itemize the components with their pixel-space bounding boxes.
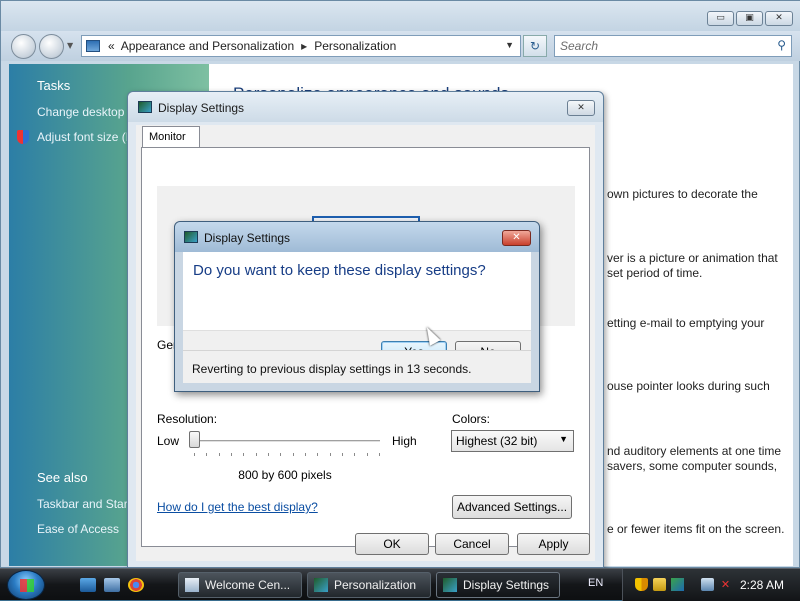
advanced-settings-button[interactable]: Advanced Settings...: [452, 495, 572, 519]
minimize-button[interactable]: ▭: [707, 11, 734, 26]
see-also-heading: See also: [37, 470, 88, 485]
best-display-help-link[interactable]: How do I get the best display?: [157, 500, 318, 514]
back-button[interactable]: [11, 34, 36, 59]
colors-select[interactable]: Highest (32 bit) ▼: [451, 430, 574, 452]
breadcrumb-personalization[interactable]: Personalization: [314, 39, 396, 53]
search-input[interactable]: Search ⚲: [554, 35, 792, 57]
task-link-adjust-font-size[interactable]: Adjust font size (D: [37, 130, 134, 144]
window-controls: ▭ ▣ ✕: [707, 11, 793, 26]
display-settings-titlebar: Display Settings ✕: [128, 92, 603, 122]
keep-settings-question: Do you want to keep these display settin…: [193, 262, 486, 279]
tasks-heading: Tasks: [37, 78, 71, 93]
cancel-button[interactable]: Cancel: [435, 533, 509, 555]
theme-description-line1: nd auditory elements at one time: [607, 444, 782, 458]
colors-select-value: Highest (32 bit): [456, 434, 538, 448]
taskbar-item-display-settings[interactable]: Display Settings: [436, 572, 560, 598]
keep-settings-title: Display Settings: [204, 231, 291, 245]
display-settings-icon: [138, 101, 152, 113]
screen-saver-description-line1: ver is a picture or animation that: [607, 251, 778, 265]
theme-description-line2: savers, some computer sounds,: [607, 459, 778, 473]
show-desktop-icon[interactable]: [80, 578, 96, 592]
close-button[interactable]: ✕: [765, 11, 793, 26]
clock[interactable]: 2:28 AM: [740, 578, 784, 592]
sounds-description: etting e-mail to emptying your: [607, 316, 765, 330]
search-icon[interactable]: ⚲: [777, 38, 786, 52]
switch-windows-icon[interactable]: [104, 578, 120, 592]
low-label: Low: [157, 434, 180, 448]
keep-settings-titlebar: Display Settings ✕: [175, 222, 539, 252]
colors-label: Colors:: [452, 412, 491, 426]
resolution-slider-thumb[interactable]: [189, 431, 200, 448]
recent-pages-dropdown-icon[interactable]: ▼: [67, 41, 73, 50]
windows-update-icon[interactable]: [671, 578, 684, 591]
refresh-button[interactable]: ↻: [523, 35, 547, 57]
tab-monitor[interactable]: Monitor: [142, 126, 200, 148]
input-language-indicator[interactable]: EN: [588, 577, 603, 589]
volume-muted-icon[interactable]: ✕: [719, 578, 732, 591]
breadcrumb-separator-icon[interactable]: ▸: [301, 39, 307, 53]
resolution-label: Resolution:: [157, 412, 218, 426]
network-icon[interactable]: [701, 578, 714, 591]
display-settings-title: Display Settings: [158, 101, 245, 115]
taskbar-item-label: Welcome Cen...: [205, 578, 291, 592]
taskbar-item-label: Personalization: [334, 578, 417, 592]
resolution-slider-ticks: [194, 453, 380, 459]
see-also-ease-of-access-link[interactable]: Ease of Access: [37, 522, 119, 536]
display-settings-close-button[interactable]: ✕: [567, 100, 595, 116]
mouse-pointers-description: ouse pointer looks during such: [607, 379, 770, 393]
screen-saver-description-line2: set period of time.: [607, 266, 703, 280]
display-settings-icon: [184, 231, 198, 243]
control-panel-icon: [86, 40, 100, 52]
address-bar[interactable]: « Appearance and Personalization ▸ Perso…: [81, 35, 521, 57]
uac-shield-icon: [17, 130, 29, 144]
windows-logo-icon: [20, 579, 34, 592]
start-button[interactable]: [7, 570, 45, 600]
question-area: Do you want to keep these display settin…: [183, 252, 531, 330]
address-dropdown-icon[interactable]: ▼: [505, 40, 514, 50]
high-label: High: [392, 434, 417, 448]
see-also-taskbar-link[interactable]: Taskbar and Start: [37, 497, 131, 511]
taskbar: Welcome Cen... Personalization Display S…: [0, 568, 800, 601]
taskbar-item-label: Display Settings: [463, 578, 550, 592]
apply-button[interactable]: Apply: [517, 533, 590, 555]
chrome-icon[interactable]: [128, 578, 144, 592]
security-shield-icon[interactable]: [635, 578, 648, 591]
chevron-down-icon: ▼: [559, 434, 568, 444]
notification-area: ✕ 2:28 AM: [622, 569, 800, 601]
taskbar-item-personalization[interactable]: Personalization: [307, 572, 431, 598]
ok-button[interactable]: OK: [355, 533, 429, 555]
keep-settings-close-button[interactable]: ✕: [502, 230, 531, 246]
control-panel-icon: [314, 578, 328, 592]
navigation-bar: ▼ « Appearance and Personalization ▸ Per…: [1, 31, 800, 61]
welcome-center-icon: [185, 578, 199, 592]
desktop-background-description: own pictures to decorate the: [607, 187, 758, 201]
breadcrumb-appearance[interactable]: Appearance and Personalization: [121, 39, 294, 53]
search-placeholder: Search: [560, 39, 599, 53]
keep-settings-dialog: Display Settings ✕ Do you want to keep t…: [174, 221, 540, 392]
notification-icon[interactable]: [653, 578, 666, 591]
display-settings-description: e or fewer items fit on the screen.: [607, 522, 785, 536]
resolution-value: 800 by 600 pixels: [238, 468, 332, 482]
revert-footer: Reverting to previous display settings i…: [183, 350, 531, 383]
resolution-slider-track[interactable]: [190, 440, 380, 443]
revert-countdown-text: Reverting to previous display settings i…: [192, 362, 472, 376]
task-link-change-desktop[interactable]: Change desktop i: [37, 105, 130, 119]
breadcrumb-prefix[interactable]: «: [108, 39, 115, 53]
maximize-button[interactable]: ▣: [736, 11, 763, 26]
forward-button[interactable]: [39, 34, 64, 59]
display-settings-icon: [443, 578, 457, 592]
taskbar-item-welcome-center[interactable]: Welcome Cen...: [178, 572, 302, 598]
explorer-titlebar: ▭ ▣ ✕: [1, 1, 800, 31]
